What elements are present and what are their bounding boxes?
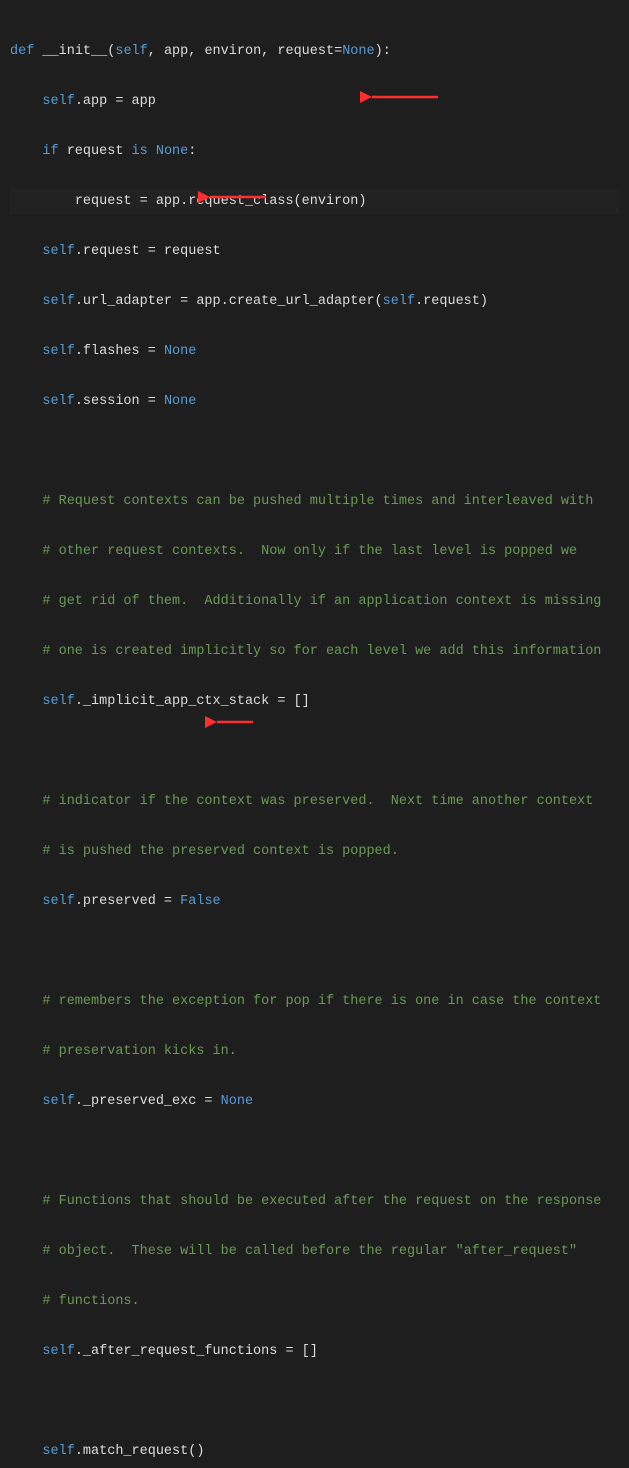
code-line: self.app = app [10,89,619,114]
comment: # other request contexts. Now only if th… [42,544,577,559]
function-name: __init__ [42,44,107,59]
code-line: self.flashes = None [10,339,619,364]
code-editor[interactable]: def __init__(self, app, environ, request… [10,14,619,1468]
keyword-false: False [180,894,221,909]
keyword-self: self [115,44,147,59]
code-line: # Request contexts can be pushed multipl… [10,489,619,514]
code-line [10,939,619,964]
keyword-none: None [164,344,196,359]
keyword-if: if [42,144,58,159]
code-line: # object. These will be called before th… [10,1239,619,1264]
keyword-self: self [383,294,415,309]
code-line: if request is None: [10,139,619,164]
keyword-self: self [42,344,74,359]
keyword-self: self [42,394,74,409]
code-line [10,739,619,764]
comment: # get rid of them. Additionally if an ap… [42,594,601,609]
comment: # functions. [42,1294,139,1309]
code-line: # get rid of them. Additionally if an ap… [10,589,619,614]
keyword-self: self [42,694,74,709]
code-line: self.preserved = False [10,889,619,914]
comment: # Request contexts can be pushed multipl… [42,494,593,509]
code-line: # functions. [10,1289,619,1314]
code-line: request = app.request_class(environ) [10,189,619,214]
keyword-self: self [42,244,74,259]
code-line: self._preserved_exc = None [10,1089,619,1114]
code-line: # other request contexts. Now only if th… [10,539,619,564]
code-line: self.match_request() [10,1439,619,1464]
comment: # one is created implicitly so for each … [42,644,601,659]
keyword-self: self [42,1094,74,1109]
code-line: self._after_request_functions = [] [10,1339,619,1364]
code-line: self._implicit_app_ctx_stack = [] [10,689,619,714]
keyword-none: None [221,1094,253,1109]
code-line: self.url_adapter = app.create_url_adapte… [10,289,619,314]
comment: # remembers the exception for pop if the… [42,994,601,1009]
code-line [10,439,619,464]
keyword-self: self [42,1344,74,1359]
code-line: def __init__(self, app, environ, request… [10,39,619,64]
keyword-self: self [42,1444,74,1459]
keyword-self: self [42,94,74,109]
code-line: # Functions that should be executed afte… [10,1189,619,1214]
code-line: # preservation kicks in. [10,1039,619,1064]
code-line: # one is created implicitly so for each … [10,639,619,664]
code-line: # indicator if the context was preserved… [10,789,619,814]
code-line: # remembers the exception for pop if the… [10,989,619,1014]
keyword-self: self [42,894,74,909]
keyword-self: self [42,294,74,309]
code-line [10,1139,619,1164]
code-line [10,1389,619,1414]
keyword-none: None [342,44,374,59]
keyword-none: None [164,394,196,409]
keyword-is: is [132,144,148,159]
code-line: self.session = None [10,389,619,414]
comment: # preservation kicks in. [42,1044,236,1059]
comment: # Functions that should be executed afte… [42,1194,601,1209]
code-line: self.request = request [10,239,619,264]
comment: # is pushed the preserved context is pop… [42,844,398,859]
comment: # indicator if the context was preserved… [42,794,593,809]
keyword-none: None [156,144,188,159]
comment: # object. These will be called before th… [42,1244,577,1259]
code-line: # is pushed the preserved context is pop… [10,839,619,864]
keyword-def: def [10,44,34,59]
